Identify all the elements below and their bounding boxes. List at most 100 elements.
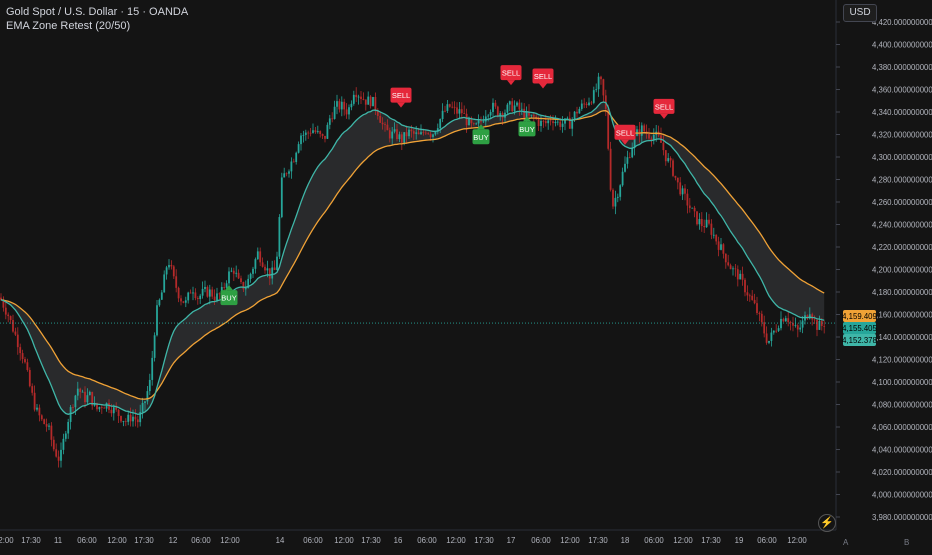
candle-body	[472, 123, 475, 125]
log-scale-button[interactable]: B	[904, 538, 909, 547]
candle-body	[324, 135, 326, 139]
signal-label: SELL	[502, 69, 520, 78]
candle-body	[626, 157, 629, 164]
candle-body	[775, 330, 778, 332]
candle-body	[362, 98, 365, 100]
candle-body	[98, 407, 101, 410]
candle-body	[640, 125, 643, 136]
candle-body	[734, 268, 737, 270]
candle-body	[458, 109, 461, 114]
candle-body	[801, 320, 804, 328]
x-tick-label: 17:30	[361, 536, 381, 545]
candle-body	[448, 104, 451, 107]
candle-body	[722, 244, 725, 254]
auto-scale-button[interactable]: A	[843, 538, 848, 547]
candle-body	[112, 407, 115, 414]
candle-body	[691, 207, 694, 209]
candle-body	[621, 171, 624, 186]
candle-body	[794, 325, 797, 327]
candle-body	[242, 282, 245, 290]
candle-body	[681, 188, 684, 195]
candle-body	[307, 132, 310, 134]
candle-body	[381, 122, 384, 125]
candle-body	[254, 259, 257, 269]
candle-body	[360, 96, 362, 99]
candle-body	[398, 134, 401, 140]
y-tick-label: 4,280.000000000	[872, 176, 932, 185]
candle-body	[357, 96, 360, 98]
candle-body	[196, 298, 199, 299]
price-chart[interactable]: BUY BUY BUY SELL SELL SELL SELL SELL 4,420.00000…	[0, 0, 932, 550]
candle-body	[590, 102, 593, 104]
candle-body	[396, 129, 398, 140]
candle-body	[273, 267, 276, 271]
candle-body	[278, 217, 281, 257]
candle-body	[693, 207, 696, 212]
candle-body	[492, 102, 494, 112]
candle-body	[204, 286, 206, 289]
candle-body	[544, 121, 547, 124]
candle-body	[194, 292, 197, 299]
chart-area[interactable]: BUY BUY BUY SELL SELL SELL SELL SELL 4,420.00000…	[0, 0, 932, 550]
candle-body	[144, 401, 146, 403]
candle-body	[669, 158, 672, 161]
candle-body	[760, 313, 763, 323]
candle-body	[19, 347, 22, 354]
candle-body	[696, 211, 698, 225]
candle-body	[592, 90, 595, 103]
y-tick-label: 4,020.000000000	[872, 468, 932, 477]
candle-body	[813, 319, 816, 321]
candle-body	[684, 188, 686, 194]
y-tick-label: 4,140.000000000	[872, 333, 932, 342]
candle-body	[249, 273, 252, 279]
candle-body	[460, 109, 463, 114]
candle-body	[520, 108, 523, 110]
candle-body	[489, 111, 492, 116]
candle-body	[84, 391, 86, 403]
candle-body	[45, 423, 48, 427]
candle-body	[446, 104, 449, 112]
candle-body	[244, 288, 247, 290]
candle-body	[134, 416, 137, 420]
y-tick-label: 4,380.000000000	[872, 63, 932, 72]
candle-body	[417, 132, 420, 135]
candle-body	[388, 130, 391, 139]
candle-body	[50, 425, 53, 440]
candle-body	[127, 414, 130, 422]
y-tick-label: 4,060.000000000	[872, 423, 932, 432]
symbol-title[interactable]: Gold Spot / U.S. Dollar · 15 · OANDA	[6, 5, 188, 19]
candle-body	[391, 131, 394, 139]
lightning-icon[interactable]: ⚡	[818, 514, 836, 532]
candle-body	[100, 407, 103, 408]
signal-label: SELL	[392, 91, 410, 100]
candle-body	[408, 129, 410, 137]
y-tick-label: 4,420.000000000	[872, 18, 932, 27]
candle-body	[120, 416, 122, 422]
y-tick-label: 4,260.000000000	[872, 198, 932, 207]
candle-body	[177, 287, 180, 299]
candle-body	[441, 110, 444, 120]
candle-body	[309, 132, 312, 134]
x-tick-label: 17	[507, 536, 516, 545]
candle-body	[427, 133, 430, 134]
x-tick-label: 12	[169, 536, 178, 545]
candle-body	[744, 279, 746, 293]
currency-button[interactable]: USD	[843, 4, 877, 22]
candle-body	[158, 299, 161, 306]
x-tick-label: 12:00	[787, 536, 807, 545]
candle-body	[336, 101, 338, 107]
candle-body	[285, 173, 288, 175]
candle-body	[506, 104, 509, 113]
candle-body	[552, 121, 554, 124]
candle-body	[386, 124, 389, 131]
candle-body	[782, 318, 785, 322]
y-tick-label: 4,180.000000000	[872, 288, 932, 297]
candle-body	[355, 94, 358, 98]
candle-body	[79, 388, 82, 393]
candle-body	[67, 421, 70, 434]
candle-body	[705, 219, 708, 228]
indicator-title[interactable]: EMA Zone Retest (20/50)	[6, 19, 188, 33]
candle-body	[266, 268, 269, 271]
candle-body	[122, 421, 125, 422]
ema-fast-price-label: 4,155.405	[842, 324, 877, 333]
